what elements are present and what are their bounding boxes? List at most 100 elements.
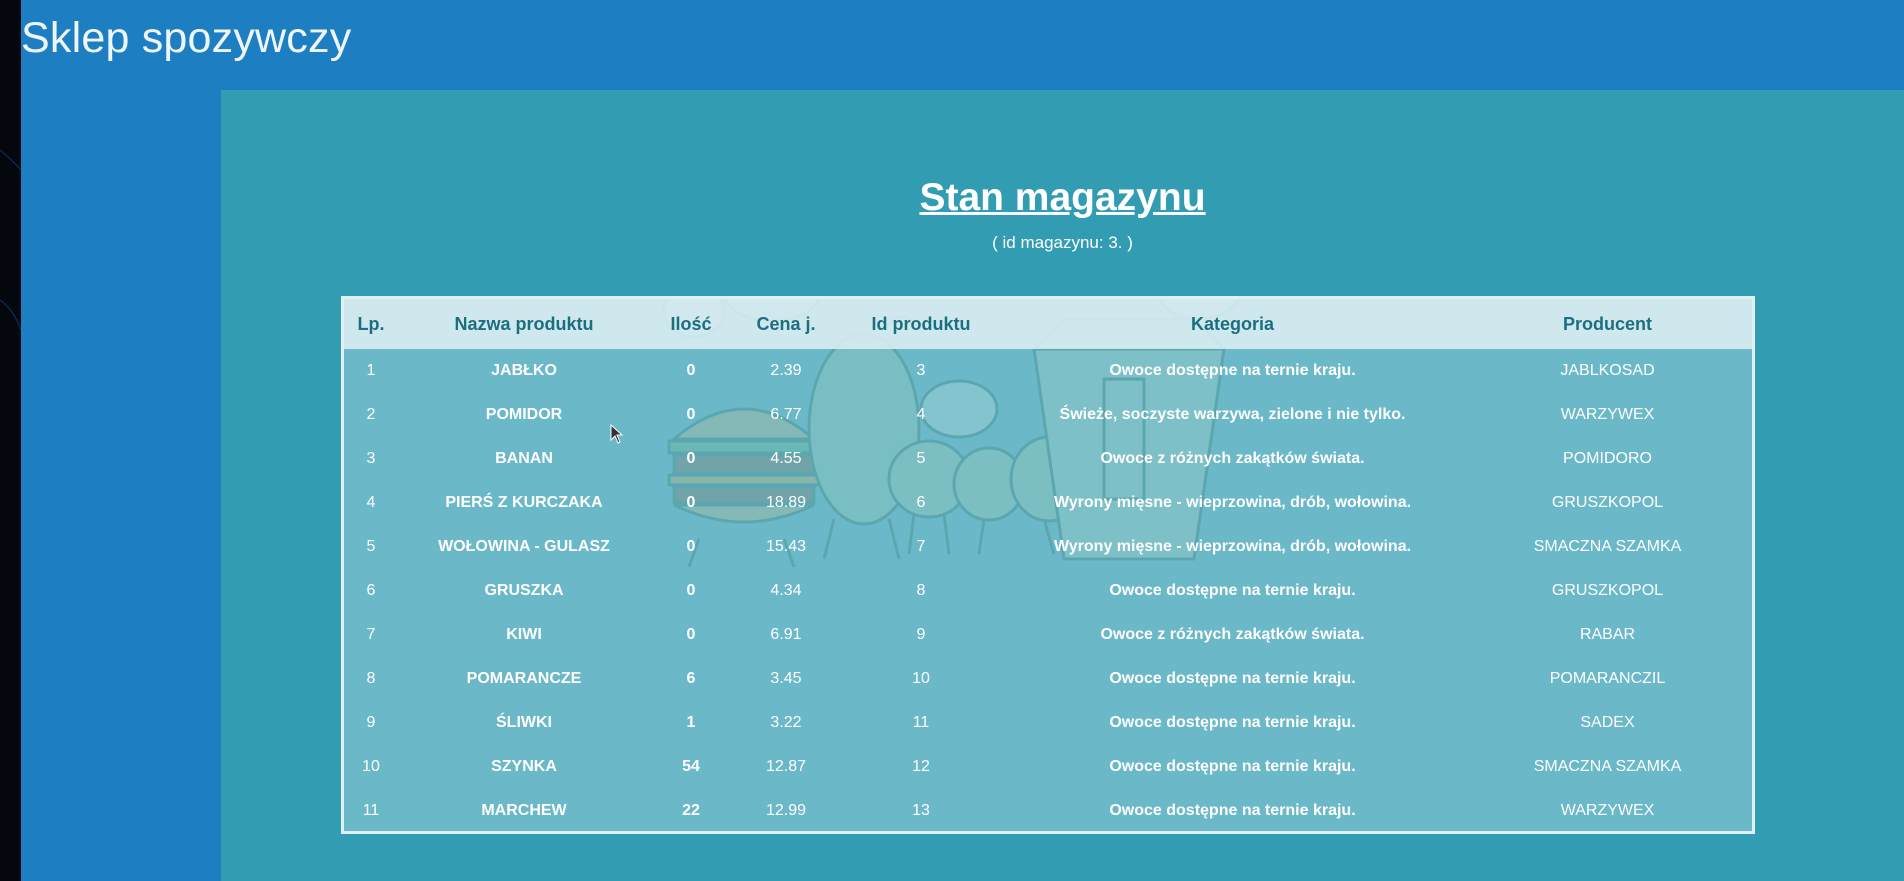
cell-product-id: 12	[912, 758, 930, 775]
cell-unit-price: 2.39	[770, 362, 802, 379]
cell-unit-price: 6.91	[770, 626, 802, 643]
cell-quantity: 54	[682, 758, 700, 775]
table-row[interactable]: 10 SZYNKA 54 12.87 12 Owoce dostępne na …	[344, 745, 1752, 789]
cell-product-name: KIWI	[506, 626, 542, 643]
cell-producer: SMACZNA SZAMKA	[1533, 758, 1682, 775]
cell-quantity: 0	[686, 538, 696, 555]
cell-quantity: 6	[686, 670, 696, 687]
cell-product-name: JABŁKO	[491, 362, 557, 379]
cell-quantity: 0	[686, 406, 696, 423]
cell-quantity: 0	[686, 450, 696, 467]
cell-lp: 1	[366, 362, 376, 379]
cell-producer: SMACZNA SZAMKA	[1533, 538, 1682, 555]
cell-producer: SADEX	[1580, 714, 1635, 731]
cell-product-id: 9	[916, 626, 926, 643]
cell-product-name: PIERŚ Z KURCZAKA	[445, 494, 603, 511]
cell-unit-price: 6.77	[770, 406, 802, 423]
column-header-category[interactable]: Kategoria	[1002, 299, 1463, 349]
cell-product-id: 10	[912, 670, 930, 687]
cell-product-id: 8	[916, 582, 926, 599]
column-header-producer[interactable]: Producent	[1463, 299, 1752, 349]
cell-unit-price: 18.89	[765, 494, 807, 511]
cell-unit-price: 4.55	[770, 450, 802, 467]
cell-producer: GRUSZKOPOL	[1551, 494, 1664, 511]
cell-producer: JABLKOSAD	[1560, 362, 1655, 379]
table-row[interactable]: 8 POMARANCZE 6 3.45 10 Owoce dostępne na…	[344, 657, 1752, 701]
cell-product-id: 5	[916, 450, 926, 467]
cell-lp: 6	[366, 582, 376, 599]
table-row[interactable]: 9 ŚLIWKI 1 3.22 11 Owoce dostępne na ter…	[344, 701, 1752, 745]
cell-product-id: 13	[912, 802, 930, 819]
cell-unit-price: 12.99	[765, 802, 807, 819]
cell-producer: RABAR	[1579, 626, 1636, 643]
cell-lp: 11	[362, 802, 380, 819]
column-header-lp[interactable]: Lp.	[344, 299, 398, 349]
cell-product-name: ŚLIWKI	[496, 714, 552, 731]
cell-lp: 10	[362, 758, 380, 775]
cell-product-id: 11	[912, 714, 930, 731]
page-subtitle: ( id magazynu: 3. )	[992, 233, 1133, 252]
cell-quantity: 0	[686, 582, 696, 599]
cell-category: Owoce dostępne na ternie kraju.	[1109, 582, 1356, 599]
app-window: Sklep spozywczy Stan magazynu ( id magaz…	[21, 0, 1904, 881]
cell-lp: 4	[366, 494, 376, 511]
cell-category: Owoce dostępne na ternie kraju.	[1109, 670, 1356, 687]
desktop-edge	[0, 0, 21, 881]
cell-category: Owoce dostępne na ternie kraju.	[1109, 714, 1356, 731]
cell-lp: 8	[366, 670, 376, 687]
table-row[interactable]: 7 KIWI 0 6.91 9 Owoce z różnych zakątków…	[344, 613, 1752, 657]
cell-category: Owoce z różnych zakątków świata.	[1100, 450, 1365, 467]
cell-unit-price: 4.34	[770, 582, 802, 599]
sidebar	[21, 90, 221, 881]
cell-producer: POMIDORO	[1563, 450, 1652, 467]
cell-category: Owoce dostępne na ternie kraju.	[1109, 758, 1356, 775]
cell-unit-price: 3.22	[770, 714, 802, 731]
column-header-product-id[interactable]: Id produktu	[840, 299, 1002, 349]
cell-category: Owoce z różnych zakątków świata.	[1100, 626, 1365, 643]
table-row[interactable]: 3 BANAN 0 4.55 5 Owoce z różnych zakątkó…	[344, 437, 1752, 481]
cell-lp: 9	[366, 714, 376, 731]
cell-category: Owoce dostępne na ternie kraju.	[1109, 802, 1356, 819]
cell-quantity: 0	[686, 494, 696, 511]
cell-lp: 2	[366, 406, 376, 423]
table-row[interactable]: 11 MARCHEW 22 12.99 13 Owoce dostępne na…	[344, 789, 1752, 831]
cell-lp: 3	[366, 450, 376, 467]
cell-producer: WARZYWEX	[1560, 802, 1655, 819]
cell-category: Owoce dostępne na ternie kraju.	[1109, 362, 1356, 379]
cell-category: Świeże, soczyste warzywa, zielone i nie …	[1059, 406, 1406, 423]
cell-unit-price: 12.87	[765, 758, 807, 775]
cell-product-id: 3	[916, 362, 926, 379]
column-header-quantity[interactable]: Ilość	[650, 299, 732, 349]
table-row[interactable]: 6 GRUSZKA 0 4.34 8 Owoce dostępne na ter…	[344, 569, 1752, 613]
cell-category: Wyrony mięsne - wieprzowina, drób, wołow…	[1053, 538, 1412, 555]
cell-category: Wyrony mięsne - wieprzowina, drób, wołow…	[1053, 494, 1412, 511]
cell-producer: POMARANCZIL	[1549, 670, 1666, 687]
cell-unit-price: 15.43	[765, 538, 807, 555]
table-row[interactable]: 2 POMIDOR 0 6.77 4 Świeże, soczyste warz…	[344, 393, 1752, 437]
main-content: Stan magazynu ( id magazynu: 3. ) Lp. Na…	[221, 90, 1904, 881]
column-header-product-name[interactable]: Nazwa produktu	[398, 299, 650, 349]
cell-quantity: 22	[682, 802, 700, 819]
table-row[interactable]: 1 JABŁKO 0 2.39 3 Owoce dostępne na tern…	[344, 349, 1752, 393]
table-header-row: Lp. Nazwa produktu Ilość Cena j. Id prod…	[344, 299, 1752, 349]
cell-product-name: MARCHEW	[481, 802, 567, 819]
cell-quantity: 0	[686, 626, 696, 643]
table-row[interactable]: 4 PIERŚ Z KURCZAKA 0 18.89 6 Wyrony mięs…	[344, 481, 1752, 525]
cell-quantity: 0	[686, 362, 696, 379]
inventory-table: Lp. Nazwa produktu Ilość Cena j. Id prod…	[344, 299, 1752, 831]
column-header-unit-price[interactable]: Cena j.	[732, 299, 840, 349]
cell-product-name: GRUSZKA	[484, 582, 564, 599]
cell-product-name: POMARANCZE	[466, 670, 582, 687]
page-title: Stan magazynu	[919, 176, 1206, 219]
cell-unit-price: 3.45	[770, 670, 802, 687]
table-row[interactable]: 5 WOŁOWINA - GULASZ 0 15.43 7 Wyrony mię…	[344, 525, 1752, 569]
cell-producer: WARZYWEX	[1560, 406, 1655, 423]
mouse-pointer-icon	[610, 424, 624, 444]
cell-lp: 7	[366, 626, 376, 643]
cell-product-name: SZYNKA	[491, 758, 557, 775]
app-title: Sklep spozywczy	[21, 14, 352, 62]
cell-product-id: 4	[916, 406, 926, 423]
cell-lp: 5	[366, 538, 376, 555]
cell-producer: GRUSZKOPOL	[1551, 582, 1664, 599]
inventory-table-panel: Lp. Nazwa produktu Ilość Cena j. Id prod…	[341, 296, 1755, 834]
